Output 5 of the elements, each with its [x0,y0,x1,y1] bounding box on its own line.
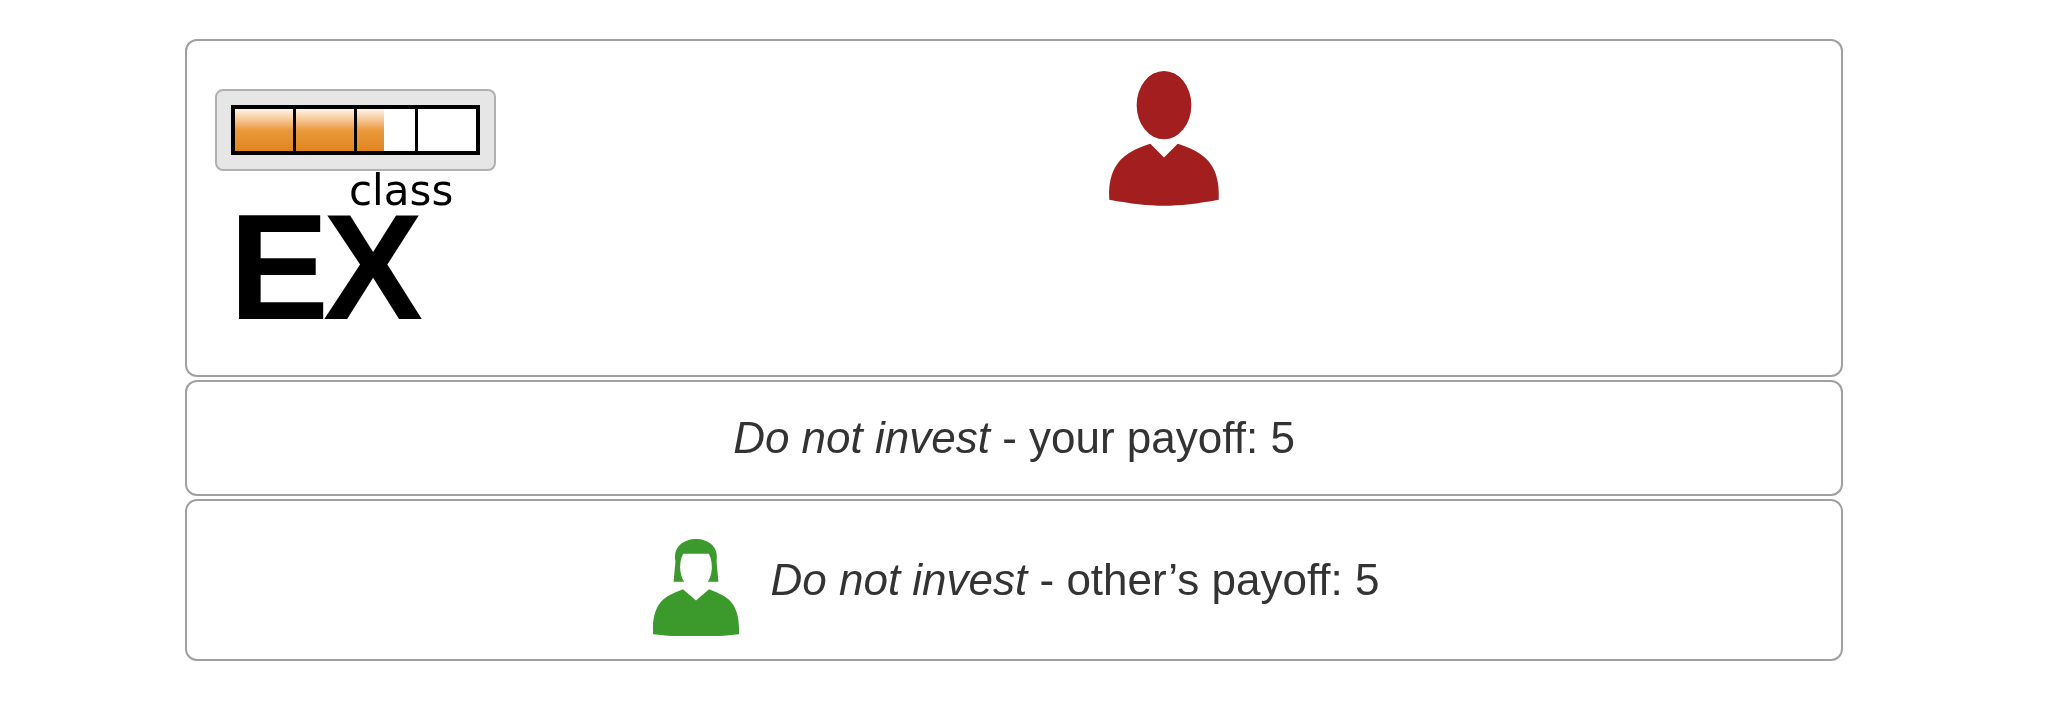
logo-text: EX [229,211,418,323]
logo-superscript: class [349,171,454,211]
progress-logo-icon [215,89,496,171]
decision-text: Do not invest - your payoff: 5 [733,412,1295,464]
other-text: Do not invest - other’s payoff: 5 [770,554,1380,606]
